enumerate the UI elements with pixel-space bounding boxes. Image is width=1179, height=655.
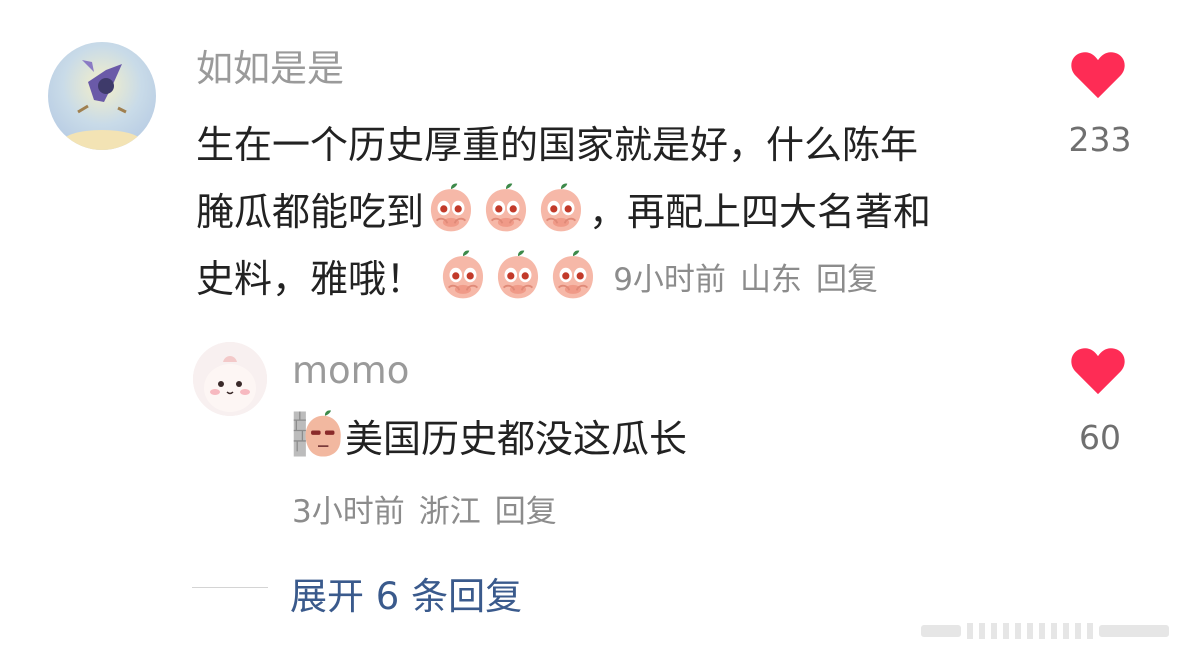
reply-location: 浙江: [418, 494, 481, 530]
reply-like-button[interactable]: [1070, 346, 1130, 400]
like-count: 233: [1068, 120, 1132, 159]
peach-wall-emoji: [292, 408, 344, 475]
peach-emoji: [424, 181, 478, 256]
commenter-avatar[interactable]: [48, 42, 156, 150]
reply-button[interactable]: 回复: [816, 262, 878, 298]
heart-icon: [1070, 346, 1126, 396]
comment-time: 9小时前: [613, 262, 726, 298]
watermark-graphic: [921, 623, 1169, 639]
comment-text-line: 史料，雅哦！ 9小时前 山东 回复: [196, 246, 1016, 313]
commenter-username[interactable]: 如如是是: [196, 50, 344, 87]
replier-username[interactable]: momo: [292, 352, 409, 389]
replier-avatar[interactable]: [193, 342, 267, 416]
expand-replies-button[interactable]: 展开 6 条回复: [290, 566, 522, 620]
peach-emoji: [436, 248, 490, 323]
heart-icon: [1070, 50, 1126, 100]
peach-emoji: [534, 181, 588, 256]
peach-emoji: [491, 248, 545, 323]
reply-time: 3小时前: [292, 494, 405, 530]
peach-emoji: [479, 181, 533, 256]
comment-meta: 9小时前 山东 回复: [613, 262, 892, 298]
peach-emoji: [546, 248, 600, 323]
reply-meta: 3小时前 浙江 回复: [292, 486, 571, 531]
comment-location: 山东: [739, 262, 802, 298]
comment-text: 生在一个历史厚重的国家就是好，什么陈年 腌瓜都能吃到 ，再配上四大名著和 史料，雅…: [196, 112, 1016, 313]
reply-reply-button[interactable]: 回复: [495, 494, 557, 530]
reply-like-count: 60: [1079, 418, 1121, 457]
divider-line: [192, 587, 268, 588]
reply-text: 美国历史都没这瓜长: [345, 417, 688, 461]
reply-text-row: 美国历史都没这瓜长: [292, 408, 687, 475]
like-button[interactable]: [1070, 50, 1130, 104]
comment-text-line: 腌瓜都能吃到 ，再配上四大名著和: [196, 179, 1016, 246]
comment-text-line: 生在一个历史厚重的国家就是好，什么陈年: [196, 123, 919, 167]
